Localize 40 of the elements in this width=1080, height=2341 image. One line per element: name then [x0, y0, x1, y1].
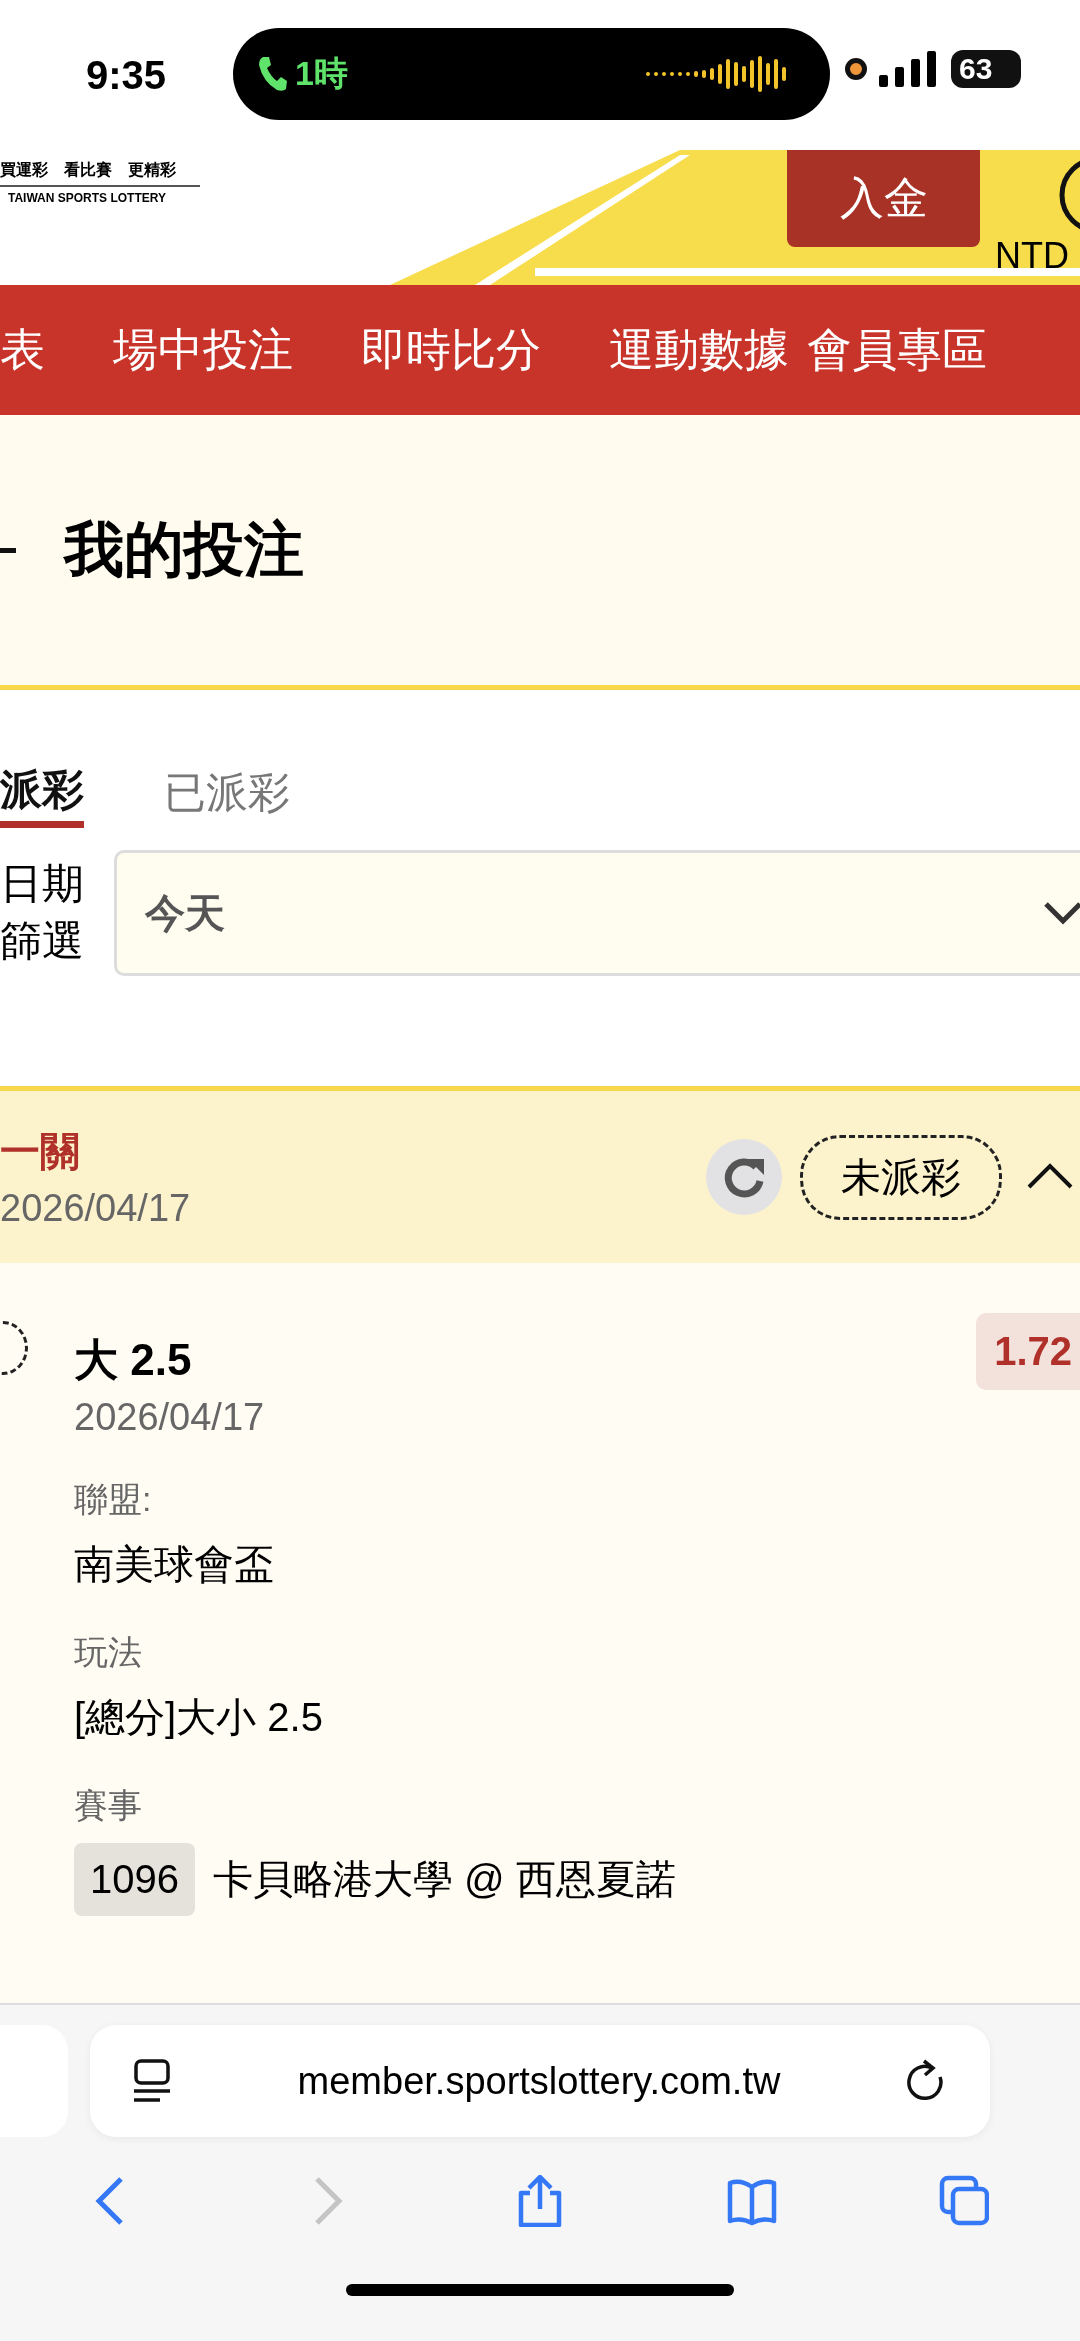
bet-type: 一關: [0, 1128, 81, 1175]
url-text: member.sportslottery.com.tw: [297, 2059, 781, 2103]
odds-badge: 1.72: [976, 1313, 1080, 1390]
reload-icon: [906, 2059, 946, 2103]
address-bar[interactable]: member.sportslottery.com.tw: [90, 2025, 990, 2137]
nav-link[interactable]: 運動數據: [609, 320, 789, 380]
page-menu-icon: [132, 2059, 172, 2103]
currency-label: NTD: [995, 235, 1069, 277]
call-duration: 1時: [295, 53, 348, 94]
field-label: 賽事: [74, 1785, 143, 1826]
deposit-button[interactable]: 入金: [787, 150, 980, 247]
chevron-down-icon: [1043, 901, 1080, 925]
nav-link[interactable]: 會員專區: [807, 320, 987, 380]
battery-level: 63: [951, 50, 1021, 88]
selection-date: 2026/04/17: [74, 1396, 266, 1439]
bet-date: 2026/04/17: [0, 1187, 191, 1230]
date-select[interactable]: 今天: [114, 850, 1080, 976]
dash-icon: [0, 547, 16, 553]
selection-name: 大 2.5: [74, 1334, 192, 1386]
field-label: 玩法: [74, 1632, 143, 1673]
tab[interactable]: 派彩: [0, 758, 84, 828]
filter-label: 日期篩選: [0, 859, 84, 966]
logo-text: TAIWAN SPORTS LOTTERY: [7, 190, 167, 205]
status-badge: 未派彩: [800, 1134, 1002, 1220]
clock: 9:35: [86, 52, 168, 98]
page-title: 我的投注: [64, 514, 304, 585]
nav-link[interactable]: 場中投注: [113, 320, 293, 380]
logo-slogan: 買運彩 看比賽 更精彩: [0, 160, 200, 187]
field-value: 卡貝略港大學 @ 西恩夏諾: [213, 1856, 676, 1903]
match-code: 1096: [74, 1843, 195, 1916]
tab[interactable]: 已派彩: [164, 758, 290, 828]
field-label: 聯盟:: [74, 1479, 153, 1520]
microphone-indicator-icon: [845, 58, 867, 80]
tabs-icon[interactable]: [939, 2175, 989, 2227]
phone-icon: [257, 55, 287, 93]
nav-link[interactable]: 表: [0, 320, 45, 380]
field-value: [總分]大小 2.5: [74, 1694, 323, 1741]
field-value: 南美球會盃: [74, 1541, 274, 1588]
signal-icon: [879, 51, 939, 87]
nav-link[interactable]: 即時比分: [361, 320, 541, 380]
